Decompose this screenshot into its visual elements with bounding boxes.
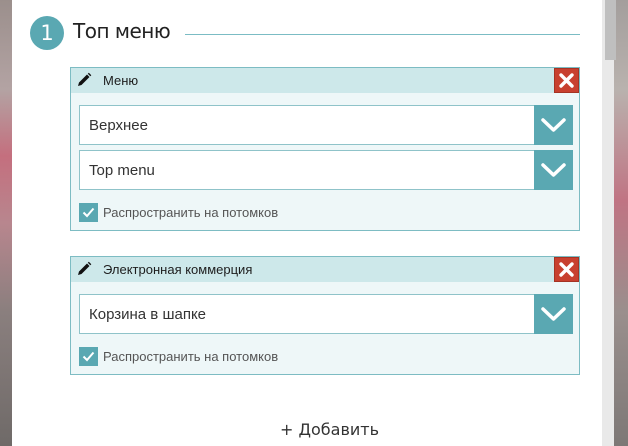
delete-button[interactable] [554, 257, 579, 282]
background-left [0, 0, 12, 446]
card-header[interactable]: Меню [71, 68, 579, 93]
menu-select[interactable]: Top menu [79, 150, 573, 190]
delete-button[interactable] [554, 68, 579, 93]
menu-select[interactable]: Верхнее [79, 105, 573, 145]
inherit-checkbox[interactable] [79, 203, 98, 222]
section-header: 1 Топ меню [30, 16, 580, 50]
background-right [614, 0, 628, 446]
settings-panel: 1 Топ меню Меню Верхнее Top menu Распрос… [12, 0, 602, 446]
section-divider [185, 34, 580, 35]
dropdown-button[interactable] [534, 294, 573, 334]
pencil-icon[interactable] [76, 261, 92, 277]
widget-card-ecommerce: Электронная коммерция Корзина в шапке Ра… [70, 256, 580, 375]
checkbox-label: Распространить на потомков [103, 205, 279, 220]
add-widget-link[interactable]: + Добавить [280, 420, 379, 439]
select-value: Top menu [89, 162, 155, 179]
section-title: Топ меню [73, 19, 171, 43]
select-value: Корзина в шапке [89, 306, 207, 323]
select-value: Верхнее [89, 117, 148, 134]
scrollbar[interactable] [602, 0, 616, 446]
pencil-icon[interactable] [76, 72, 92, 88]
chevron-down-icon [541, 307, 566, 321]
check-icon [82, 207, 95, 218]
dropdown-button[interactable] [534, 150, 573, 190]
scrollbar-thumb[interactable] [605, 0, 616, 60]
checkbox-label: Распространить на потомков [103, 349, 279, 364]
close-icon [559, 262, 574, 277]
inherit-checkbox[interactable] [79, 347, 98, 366]
card-title: Электронная коммерция [103, 262, 253, 277]
section-number-badge: 1 [30, 16, 64, 50]
close-icon [559, 73, 574, 88]
dropdown-button[interactable] [534, 105, 573, 145]
card-header[interactable]: Электронная коммерция [71, 257, 579, 282]
chevron-down-icon [541, 118, 566, 132]
card-title: Меню [103, 73, 139, 88]
chevron-down-icon [541, 163, 566, 177]
ecommerce-select[interactable]: Корзина в шапке [79, 294, 573, 334]
check-icon [82, 351, 95, 362]
widget-card-menu: Меню Верхнее Top menu Распространить на … [70, 67, 580, 231]
